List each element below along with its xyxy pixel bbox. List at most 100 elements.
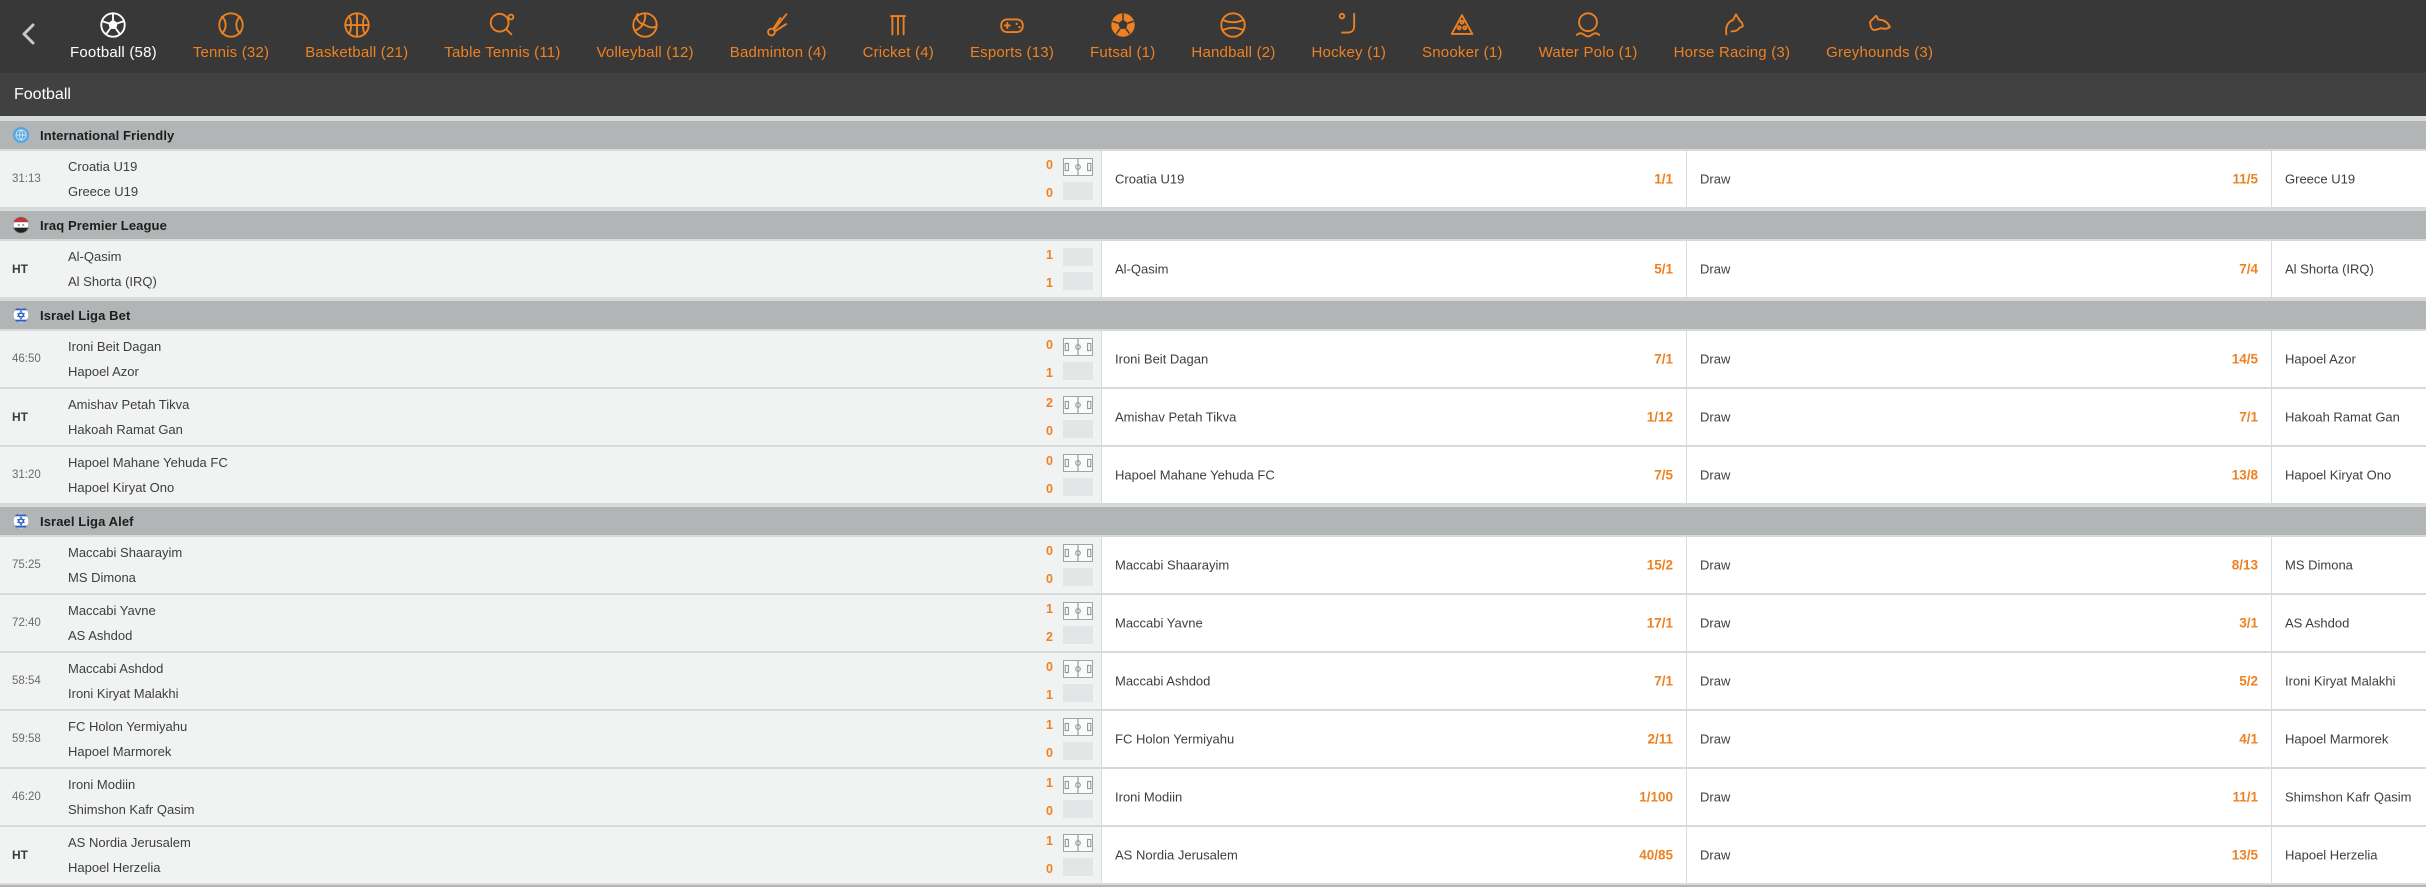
match-row[interactable]: 46:50 Ironi Beit Dagan Hapoel Azor 0 1 Ironi … xyxy=(0,331,2426,387)
match-summary[interactable]: 46:50 Ironi Beit Dagan Hapoel Azor 0 1 xyxy=(0,331,1102,387)
home-odds-cell[interactable]: Ironi Beit Dagan 7/1 xyxy=(1102,331,1687,387)
nav-item-water-polo[interactable]: Water Polo (1) xyxy=(1539,9,1638,61)
pitch-tracker-icon[interactable] xyxy=(1063,396,1093,414)
stat-placeholder[interactable] xyxy=(1063,684,1093,702)
away-odds-cell[interactable]: AS Ashdod xyxy=(2272,595,2426,651)
stat-placeholder[interactable] xyxy=(1063,420,1093,438)
match-summary[interactable]: 75:25 Maccabi Shaarayim MS Dimona 0 0 xyxy=(0,537,1102,593)
away-score: 0 xyxy=(1046,804,1053,818)
home-odds-cell[interactable]: Al-Qasim 5/1 xyxy=(1102,241,1687,297)
draw-odds-cell[interactable]: Draw 11/1 xyxy=(1687,769,2272,825)
league-header[interactable]: Israel Liga Bet xyxy=(0,301,2426,329)
match-row[interactable]: 46:20 Ironi Modiin Shimshon Kafr Qasim 1 0 Ir… xyxy=(0,769,2426,825)
pitch-tracker-icon[interactable] xyxy=(1063,338,1093,356)
away-odds-cell[interactable]: Hapoel Kiryat Ono xyxy=(2272,447,2426,503)
draw-odds-cell[interactable]: Draw 5/2 xyxy=(1687,653,2272,709)
away-odds-cell[interactable]: Shimshon Kafr Qasim xyxy=(2272,769,2426,825)
nav-item-esports[interactable]: Esports (13) xyxy=(970,9,1054,61)
nav-item-futsal[interactable]: Futsal (1) xyxy=(1090,9,1155,61)
away-odds-cell[interactable]: MS Dimona xyxy=(2272,537,2426,593)
match-summary[interactable]: 58:54 Maccabi Ashdod Ironi Kiryat Malakhi 0… xyxy=(0,653,1102,709)
away-odds-cell[interactable]: Hapoel Marmorek xyxy=(2272,711,2426,767)
home-odds-cell[interactable]: Amishav Petah Tikva 1/12 xyxy=(1102,389,1687,445)
match-summary[interactable]: HT Al-Qasim Al Shorta (IRQ) 1 1 xyxy=(0,241,1102,297)
draw-odds-cell[interactable]: Draw 3/1 xyxy=(1687,595,2272,651)
match-row[interactable]: 75:25 Maccabi Shaarayim MS Dimona 0 0 Maccabi… xyxy=(0,537,2426,593)
league-name: Israel Liga Alef xyxy=(40,513,134,529)
draw-odds-cell[interactable]: Draw 13/5 xyxy=(1687,827,2272,883)
match-row[interactable]: HT AS Nordia Jerusalem Hapoel Herzelia 1 0 AS… xyxy=(0,827,2426,883)
draw-odds-cell[interactable]: Draw 11/5 xyxy=(1687,151,2272,207)
nav-item-handball[interactable]: Handball (2) xyxy=(1191,9,1275,61)
stat-placeholder[interactable] xyxy=(1063,362,1093,380)
nav-item-greyhounds[interactable]: Greyhounds (3) xyxy=(1826,9,1933,61)
league-header[interactable]: Iraq Premier League xyxy=(0,211,2426,239)
home-odds-cell[interactable]: Croatia U19 1/1 xyxy=(1102,151,1687,207)
stat-placeholder[interactable] xyxy=(1063,478,1093,496)
away-odds-cell[interactable]: Ironi Kiryat Malakhi xyxy=(2272,653,2426,709)
home-odds-cell[interactable]: Maccabi Ashdod 7/1 xyxy=(1102,653,1687,709)
nav-item-table-tennis[interactable]: Table Tennis (11) xyxy=(444,9,560,61)
nav-item-hockey[interactable]: Hockey (1) xyxy=(1312,9,1387,61)
draw-odds-cell[interactable]: Draw 4/1 xyxy=(1687,711,2272,767)
nav-item-volleyball[interactable]: Volleyball (12) xyxy=(597,9,694,61)
match-row[interactable]: HT Al-Qasim Al Shorta (IRQ) 1 1 Al-Qasim 5/1 Dr… xyxy=(0,241,2426,297)
draw-odds-cell[interactable]: Draw 7/4 xyxy=(1687,241,2272,297)
match-summary[interactable]: HT AS Nordia Jerusalem Hapoel Herzelia 1 0 xyxy=(0,827,1102,883)
nav-item-cricket[interactable]: Cricket (4) xyxy=(863,9,934,61)
back-button[interactable] xyxy=(0,0,58,73)
match-summary[interactable]: 59:58 FC Holon Yermiyahu Hapoel Marmorek 1 0 xyxy=(0,711,1102,767)
nav-item-badminton[interactable]: Badminton (4) xyxy=(730,9,827,61)
draw-odds-cell[interactable]: Draw 8/13 xyxy=(1687,537,2272,593)
nav-item-horse-racing[interactable]: Horse Racing (3) xyxy=(1674,9,1791,61)
stat-placeholder[interactable] xyxy=(1063,248,1093,266)
nav-item-basketball[interactable]: Basketball (21) xyxy=(305,9,408,61)
away-odds-cell[interactable]: Hakoah Ramat Gan xyxy=(2272,389,2426,445)
stat-placeholder[interactable] xyxy=(1063,858,1093,876)
stat-placeholder[interactable] xyxy=(1063,182,1093,200)
stat-placeholder[interactable] xyxy=(1063,626,1093,644)
home-selection-name: Ironi Modiin xyxy=(1115,789,1183,805)
match-row[interactable]: 31:13 Croatia U19 Greece U19 0 0 Croatia U19 1… xyxy=(0,151,2426,207)
match-summary[interactable]: 46:20 Ironi Modiin Shimshon Kafr Qasim 1 0 xyxy=(0,769,1102,825)
match-row[interactable]: 59:58 FC Holon Yermiyahu Hapoel Marmorek 1 0… xyxy=(0,711,2426,767)
draw-odds-cell[interactable]: Draw 13/8 xyxy=(1687,447,2272,503)
pitch-tracker-icon[interactable] xyxy=(1063,718,1093,736)
stat-placeholder[interactable] xyxy=(1063,272,1093,290)
stat-placeholder[interactable] xyxy=(1063,742,1093,760)
away-odds-cell[interactable]: Hapoel Azor xyxy=(2272,331,2426,387)
draw-odds-cell[interactable]: Draw 7/1 xyxy=(1687,389,2272,445)
pitch-tracker-icon[interactable] xyxy=(1063,660,1093,678)
home-odds-cell[interactable]: Ironi Modiin 1/100 xyxy=(1102,769,1687,825)
stat-placeholder[interactable] xyxy=(1063,568,1093,586)
home-odds-cell[interactable]: FC Holon Yermiyahu 2/11 xyxy=(1102,711,1687,767)
away-odds-cell[interactable]: Hapoel Herzelia xyxy=(2272,827,2426,883)
home-odds-cell[interactable]: Maccabi Shaarayim 15/2 xyxy=(1102,537,1687,593)
match-row[interactable]: 31:20 Hapoel Mahane Yehuda FC Hapoel Kirya… xyxy=(0,447,2426,503)
draw-odds-cell[interactable]: Draw 14/5 xyxy=(1687,331,2272,387)
match-row[interactable]: HT Amishav Petah Tikva Hakoah Ramat Gan 2 0 A… xyxy=(0,389,2426,445)
league-header[interactable]: Israel Liga Alef xyxy=(0,507,2426,535)
pitch-tracker-icon[interactable] xyxy=(1063,454,1093,472)
pitch-tracker-icon[interactable] xyxy=(1063,602,1093,620)
nav-item-football[interactable]: Football (58) xyxy=(70,9,157,61)
pitch-tracker-icon[interactable] xyxy=(1063,834,1093,852)
stat-placeholder[interactable] xyxy=(1063,800,1093,818)
nav-item-snooker[interactable]: Snooker (1) xyxy=(1422,9,1503,61)
pitch-tracker-icon[interactable] xyxy=(1063,544,1093,562)
match-summary[interactable]: 72:40 Maccabi Yavne AS Ashdod 1 2 xyxy=(0,595,1102,651)
nav-item-tennis[interactable]: Tennis (32) xyxy=(193,9,269,61)
pitch-tracker-icon[interactable] xyxy=(1063,776,1093,794)
away-odds-cell[interactable]: Al Shorta (IRQ) xyxy=(2272,241,2426,297)
league-header[interactable]: International Friendly xyxy=(0,121,2426,149)
match-summary[interactable]: 31:13 Croatia U19 Greece U19 0 0 xyxy=(0,151,1102,207)
pitch-tracker-icon[interactable] xyxy=(1063,158,1093,176)
away-odds-cell[interactable]: Greece U19 xyxy=(2272,151,2426,207)
match-row[interactable]: 72:40 Maccabi Yavne AS Ashdod 1 2 Maccabi Yav… xyxy=(0,595,2426,651)
match-summary[interactable]: 31:20 Hapoel Mahane Yehuda FC Hapoel Kirya… xyxy=(0,447,1102,503)
match-row[interactable]: 58:54 Maccabi Ashdod Ironi Kiryat Malakhi 0… xyxy=(0,653,2426,709)
home-odds-cell[interactable]: AS Nordia Jerusalem 40/85 xyxy=(1102,827,1687,883)
match-summary[interactable]: HT Amishav Petah Tikva Hakoah Ramat Gan 2 0 xyxy=(0,389,1102,445)
home-odds-cell[interactable]: Hapoel Mahane Yehuda FC 7/5 xyxy=(1102,447,1687,503)
home-odds-cell[interactable]: Maccabi Yavne 17/1 xyxy=(1102,595,1687,651)
